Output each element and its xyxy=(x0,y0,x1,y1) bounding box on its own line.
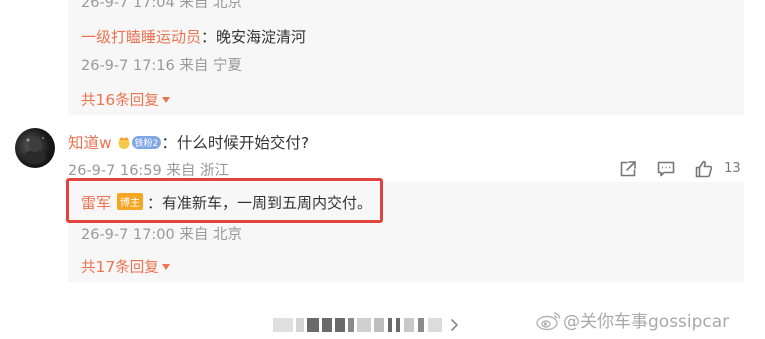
reply-separator: ： xyxy=(201,28,217,46)
chevron-down-icon xyxy=(161,264,170,270)
like-button[interactable]: 13 xyxy=(694,158,741,180)
more-replies-prefix: 共 xyxy=(81,93,96,109)
pager-thumb[interactable] xyxy=(307,318,319,332)
thumbs-up-icon xyxy=(695,160,713,177)
pager-thumb[interactable] xyxy=(418,318,424,332)
comment-username[interactable]: 知道w xyxy=(68,134,112,152)
comment-separator: ： xyxy=(161,134,177,152)
comment-meta: 26-9-7 16:59 来自 浙江 xyxy=(68,163,229,179)
comment-content: 什么时候开始交付? xyxy=(176,134,310,152)
watermark: @关你车事gossipcar xyxy=(535,307,729,332)
reply-meta: 26-9-7 17:16 来自 宁夏 xyxy=(81,58,242,74)
more-replies-count: 16 xyxy=(95,91,116,109)
more-replies-prefix: 共 xyxy=(81,260,96,276)
pager-thumb[interactable] xyxy=(404,318,414,332)
reply-meta: 26-9-7 17:04 来自 北京 xyxy=(81,0,242,11)
more-replies-link[interactable]: 共16条回复 xyxy=(81,89,170,110)
pager-next-button[interactable] xyxy=(448,317,460,333)
crown-icon xyxy=(117,135,131,149)
chevron-down-icon xyxy=(161,97,170,103)
comment-text-line: 知道w 铁粉2 ：什么时候开始交付? xyxy=(68,131,309,153)
reply-username[interactable]: 一级打瞌睡运动员 xyxy=(81,28,201,46)
more-replies-suffix: 条回复 xyxy=(115,93,159,109)
more-replies-count: 17 xyxy=(95,258,116,276)
pager-thumb[interactable] xyxy=(374,318,384,332)
pager-thumb[interactable] xyxy=(322,318,332,332)
pager-thumb[interactable] xyxy=(296,318,304,332)
share-button[interactable] xyxy=(618,159,638,179)
reply-text-line: 一级打瞌睡运动员：晚安海淀清河 xyxy=(81,26,306,47)
pager-thumb[interactable] xyxy=(273,318,293,332)
like-count: 13 xyxy=(724,161,741,176)
comment-icon xyxy=(657,161,675,177)
more-replies-link[interactable]: 共17条回复 xyxy=(81,256,170,277)
share-icon xyxy=(620,161,636,177)
fan-badge: 铁粉2 xyxy=(131,136,162,149)
pager-thumb[interactable] xyxy=(357,318,371,332)
avatar-image xyxy=(24,137,46,164)
pager-thumb[interactable] xyxy=(335,318,345,332)
comment-button[interactable] xyxy=(656,159,676,179)
pager-thumb[interactable] xyxy=(388,318,392,332)
reply-meta: 26-9-7 17:00 来自 北京 xyxy=(81,227,242,243)
watermark-text: @关你车事gossipcar xyxy=(563,312,730,332)
pager-thumb[interactable] xyxy=(348,318,354,332)
avatar[interactable] xyxy=(15,128,55,168)
pager-thumb[interactable] xyxy=(396,318,400,332)
more-replies-suffix: 条回复 xyxy=(115,260,159,276)
chevron-right-icon xyxy=(451,319,458,331)
weibo-logo-icon xyxy=(535,309,563,331)
pager-thumb[interactable] xyxy=(428,318,442,332)
highlight-box xyxy=(66,178,383,223)
reply-content: 晚安海淀清河 xyxy=(216,28,307,46)
